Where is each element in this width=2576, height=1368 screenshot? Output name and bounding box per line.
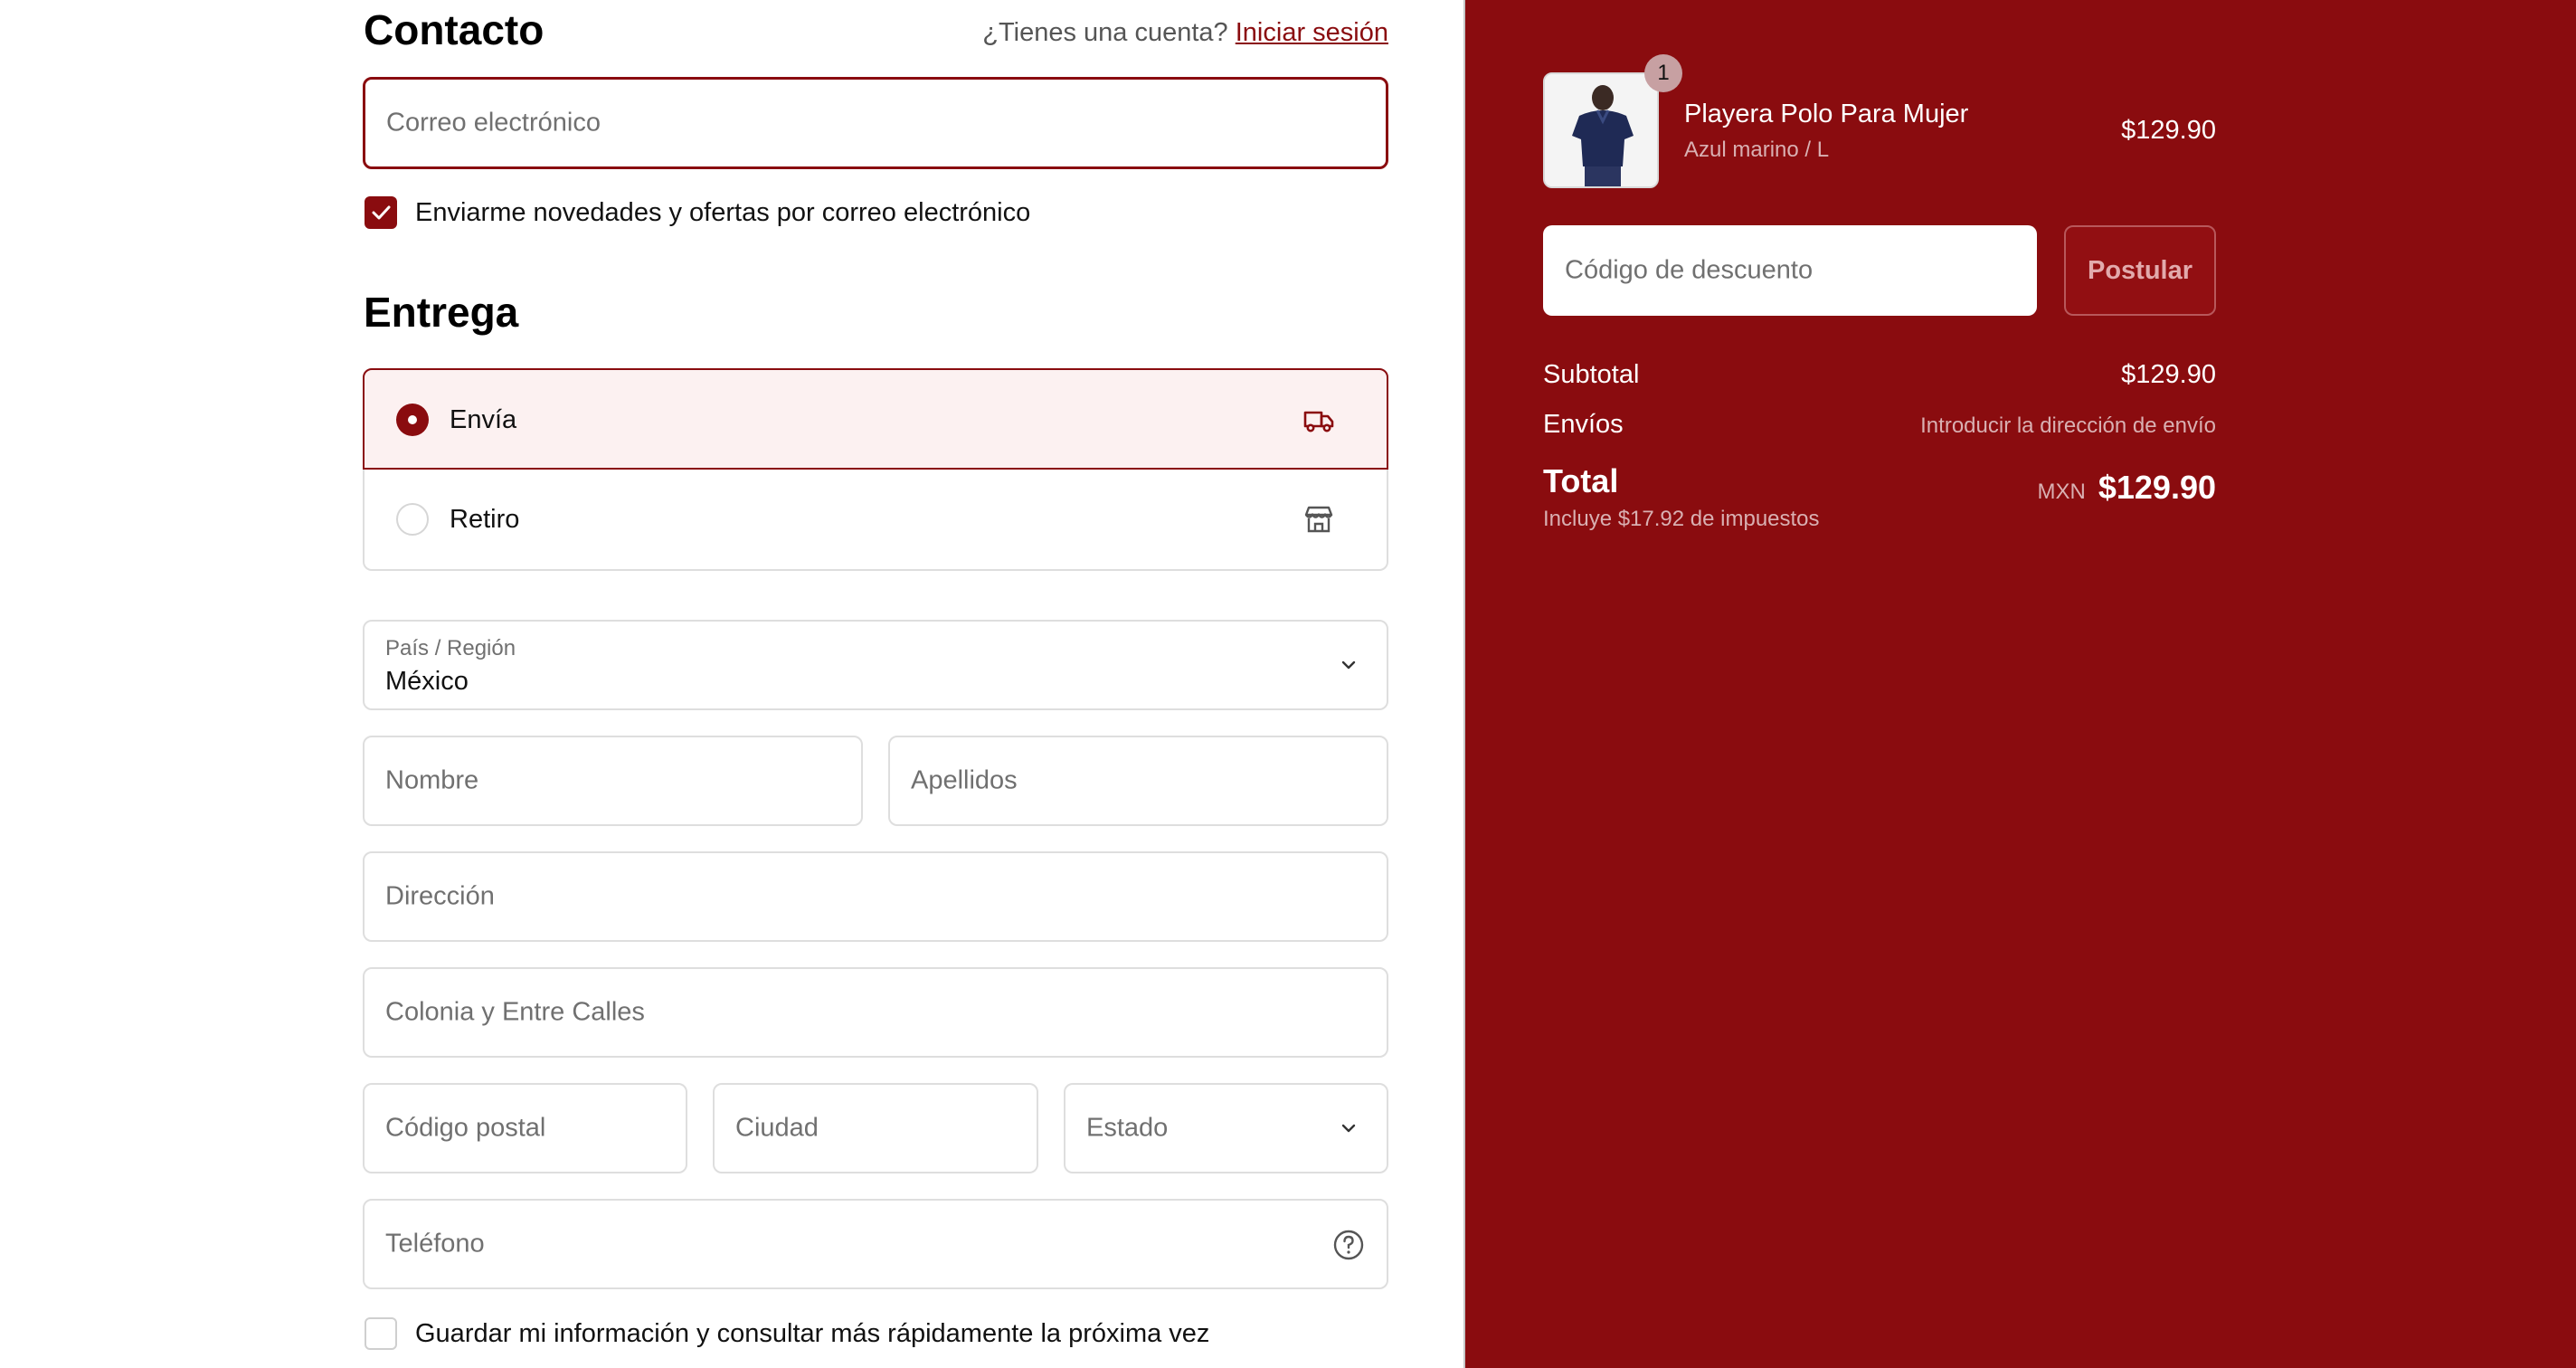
country-select[interactable]: País / Región México bbox=[363, 620, 1388, 710]
chevron-down-icon bbox=[1341, 660, 1356, 670]
pickup-radio[interactable] bbox=[396, 503, 429, 536]
shipping-label: Envíos bbox=[1543, 410, 1624, 439]
currency-code: MXN bbox=[2037, 480, 2086, 504]
phone-placeholder: Teléfono bbox=[385, 1229, 485, 1259]
discount-code-field[interactable]: Código de descuento bbox=[1543, 225, 2037, 316]
newsletter-label: Enviarme novedades y ofertas por correo … bbox=[415, 198, 1031, 227]
phone-field[interactable]: Teléfono bbox=[363, 1199, 1388, 1289]
checkout-form-panel: Contacto ¿Tienes una cuenta? Iniciar ses… bbox=[0, 0, 1463, 1368]
contact-title: Contacto bbox=[364, 6, 545, 53]
address-placeholder: Dirección bbox=[385, 881, 495, 911]
save-info-checkbox[interactable] bbox=[365, 1317, 397, 1350]
country-value: México bbox=[385, 667, 469, 696]
account-prompt: ¿Tienes una cuenta? Iniciar sesión bbox=[982, 18, 1388, 48]
product-variant: Azul marino / L bbox=[1684, 138, 1830, 162]
subtotal-value: $129.90 bbox=[2121, 360, 2216, 389]
total-value: $129.90 bbox=[2098, 469, 2216, 506]
store-icon bbox=[1304, 506, 1333, 533]
delivery-title: Entrega bbox=[364, 289, 519, 336]
delivery-option-pickup[interactable]: Retiro bbox=[363, 470, 1388, 571]
product-image bbox=[1545, 74, 1657, 186]
postal-code-field[interactable]: Código postal bbox=[363, 1083, 687, 1173]
pickup-label: Retiro bbox=[450, 505, 520, 534]
order-summary-column: 1 Playera Polo Para Mujer Azul marino / … bbox=[1543, 0, 2216, 1368]
state-select[interactable]: Estado bbox=[1064, 1083, 1388, 1173]
help-icon[interactable] bbox=[1332, 1229, 1365, 1261]
first-name-placeholder: Nombre bbox=[385, 765, 479, 795]
chevron-down-icon bbox=[1341, 1124, 1356, 1133]
colony-field[interactable]: Colonia y Entre Calles bbox=[363, 967, 1388, 1058]
product-thumbnail bbox=[1543, 72, 1659, 188]
product-name: Playera Polo Para Mujer bbox=[1684, 100, 1969, 128]
postal-code-placeholder: Código postal bbox=[385, 1113, 546, 1143]
contact-header: Contacto ¿Tienes una cuenta? Iniciar ses… bbox=[363, 5, 1388, 54]
email-field[interactable]: Correo electrónico bbox=[363, 77, 1388, 169]
total-amount: MXN $129.90 bbox=[2038, 469, 2216, 507]
checkout-form-column: Contacto ¿Tienes una cuenta? Iniciar ses… bbox=[363, 0, 1388, 1368]
apply-discount-button[interactable]: Postular bbox=[2064, 225, 2216, 316]
colony-placeholder: Colonia y Entre Calles bbox=[385, 997, 645, 1027]
taxes-note: Incluye $17.92 de impuestos bbox=[1543, 507, 1820, 531]
subtotal-label: Subtotal bbox=[1543, 360, 1640, 389]
total-label: Total bbox=[1543, 462, 1619, 499]
discount-code-placeholder: Código de descuento bbox=[1565, 255, 1814, 285]
product-price: $129.90 bbox=[2121, 116, 2216, 145]
first-name-field[interactable]: Nombre bbox=[363, 736, 863, 826]
newsletter-checkbox[interactable] bbox=[365, 196, 397, 229]
save-info-label: Guardar mi información y consultar más r… bbox=[415, 1319, 1210, 1348]
email-placeholder: Correo electrónico bbox=[386, 108, 601, 138]
login-link[interactable]: Iniciar sesión bbox=[1236, 18, 1388, 47]
newsletter-checkbox-row[interactable]: Enviarme novedades y ofertas por correo … bbox=[365, 196, 1088, 229]
truck-icon bbox=[1303, 411, 1334, 432]
delivery-option-ship[interactable]: Envía bbox=[363, 368, 1388, 470]
quantity-badge: 1 bbox=[1644, 54, 1682, 92]
account-prompt-text: ¿Tienes una cuenta? bbox=[982, 18, 1228, 47]
checkmark-icon bbox=[372, 205, 391, 220]
last-name-field[interactable]: Apellidos bbox=[888, 736, 1388, 826]
country-label: País / Región bbox=[385, 636, 516, 660]
city-field[interactable]: Ciudad bbox=[713, 1083, 1038, 1173]
ship-radio[interactable] bbox=[396, 404, 429, 436]
last-name-placeholder: Apellidos bbox=[911, 765, 1018, 795]
city-placeholder: Ciudad bbox=[735, 1113, 819, 1143]
address-field[interactable]: Dirección bbox=[363, 851, 1388, 942]
state-placeholder: Estado bbox=[1086, 1113, 1169, 1143]
shipping-value: Introducir la dirección de envío bbox=[1920, 413, 2216, 438]
ship-label: Envía bbox=[450, 405, 517, 434]
order-summary-panel: 1 Playera Polo Para Mujer Azul marino / … bbox=[1463, 0, 2576, 1368]
save-info-checkbox-row[interactable]: Guardar mi información y consultar más r… bbox=[365, 1317, 1269, 1350]
